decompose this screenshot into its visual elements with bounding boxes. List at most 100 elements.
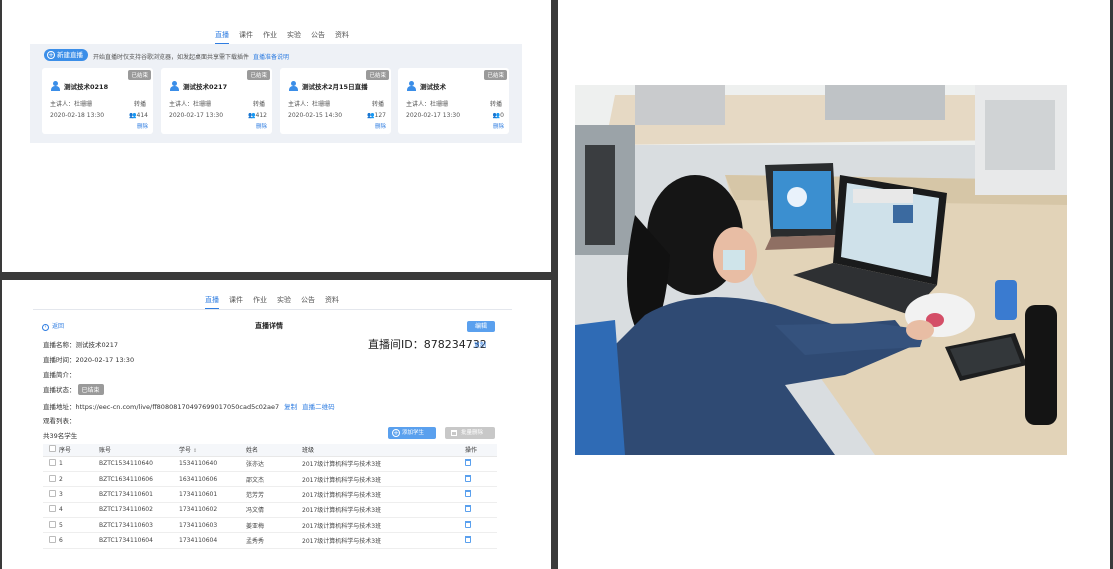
copy-room-id-link[interactable]: 复制: [474, 340, 486, 349]
frame-border-left: [0, 0, 2, 569]
trash-icon: [451, 430, 457, 436]
card-lecturer: 主讲人：杜珊珊: [288, 101, 331, 108]
cell-account: BZTC1534110640: [99, 456, 179, 472]
tab-material[interactable]: 资料: [325, 295, 339, 309]
new-live-button[interactable]: + 新建直播: [44, 49, 88, 61]
row-checkbox[interactable]: [49, 505, 56, 513]
row-checkbox[interactable]: [49, 489, 56, 497]
trash-icon[interactable]: [465, 489, 471, 497]
row-checkbox[interactable]: [49, 520, 56, 528]
trash-icon[interactable]: [465, 536, 471, 544]
vertical-divider: [551, 0, 558, 569]
trash-icon[interactable]: [465, 459, 471, 467]
student-total: 共39名学生: [43, 432, 78, 440]
add-student-button[interactable]: + 添加学生: [388, 427, 436, 439]
tab-experiment[interactable]: 实验: [287, 30, 301, 44]
tab-live[interactable]: 直播: [215, 30, 229, 44]
qrcode-link[interactable]: 直播二维码: [302, 403, 335, 411]
table-row: 1 BZTC1534110640 1534110640 张亦达 2017级计算机…: [43, 456, 497, 472]
copy-url-link[interactable]: 复制: [284, 403, 297, 411]
row-checkbox[interactable]: [49, 474, 56, 482]
card-title: 测试技术0218: [64, 83, 109, 91]
plus-icon: +: [392, 429, 400, 437]
batch-delete-label: 批量删除: [461, 430, 484, 436]
cell-student-id: 1734110604: [179, 532, 246, 549]
cell-student-id: 1634110606: [179, 471, 246, 488]
viewer-count: 👥0: [493, 112, 504, 119]
cell-no: 2: [59, 471, 99, 488]
live-url: 直播地址：https://eec-cn.com/live/ff808081704…: [43, 401, 335, 411]
table-row: 5 BZTC1734110603 1734110603 姜亚梅 2017级计算机…: [43, 517, 497, 534]
cell-student-id: 1734110603: [179, 517, 246, 534]
trash-icon[interactable]: [465, 505, 471, 513]
status-badge: 已结束: [247, 70, 270, 80]
live-card[interactable]: 已结束 测试技术2月15日直播 主讲人：杜珊珊 转播 2020-02-15 14…: [280, 68, 391, 134]
lecturer-icon: [289, 81, 299, 91]
delete-link[interactable]: 删除: [137, 122, 148, 130]
people-icon: 👥: [367, 112, 375, 119]
cell-class: 2017级计算机科学与技术3班: [302, 471, 465, 488]
row-checkbox[interactable]: [49, 536, 56, 544]
tab-experiment[interactable]: 实验: [277, 295, 291, 309]
cell-no: 4: [59, 502, 99, 519]
row-checkbox[interactable]: [49, 459, 56, 467]
trash-icon[interactable]: [465, 520, 471, 528]
tab-live[interactable]: 直播: [205, 295, 219, 309]
col-student-id[interactable]: 学号 ⇕: [179, 444, 246, 457]
cell-class: 2017级计算机科学与技术3班: [302, 486, 465, 503]
live-card[interactable]: 已结束 测试技术0218 主讲人：杜珊珊 转播 2020-02-18 13:30…: [42, 68, 153, 134]
back-label: 返回: [52, 323, 65, 330]
cell-name: 邵文杰: [246, 471, 302, 488]
viewer-count: 👥412: [248, 112, 267, 119]
delete-link[interactable]: 删除: [256, 122, 267, 130]
live-card[interactable]: 已结束 测试技术 主讲人：杜珊珊 转播 2020-02-17 13:30 👥0 …: [398, 68, 509, 134]
viewer-list-label: 观看列表：: [43, 417, 76, 425]
card-date: 2020-02-17 13:30: [406, 112, 461, 119]
tab-material[interactable]: 资料: [335, 30, 349, 44]
classroom-photo: [575, 85, 1067, 455]
col-name: 姓名: [246, 444, 302, 457]
card-lecturer: 主讲人：杜珊珊: [406, 101, 449, 108]
page-title: 直播详情: [255, 322, 283, 330]
card-mode: 转播: [371, 101, 384, 108]
col-action: 操作: [465, 444, 497, 457]
cell-name: 张亦达: [246, 456, 302, 472]
card-date: 2020-02-15 14:30: [288, 112, 343, 119]
delete-link[interactable]: 删除: [493, 122, 504, 130]
cell-class: 2017级计算机科学与技术3班: [302, 502, 465, 519]
edit-button[interactable]: 编辑: [467, 321, 495, 332]
tab-notice[interactable]: 公告: [311, 30, 325, 44]
tab-courseware[interactable]: 课件: [239, 30, 253, 44]
delete-link[interactable]: 删除: [375, 122, 386, 130]
col-student-id-label: 学号: [179, 447, 192, 455]
card-mode: 转播: [489, 101, 502, 108]
prep-guide-link[interactable]: 直播准备说明: [253, 54, 289, 61]
cell-class: 2017级计算机科学与技术3班: [302, 456, 465, 472]
trash-icon[interactable]: [465, 474, 471, 482]
student-table: 序号 账号 学号 ⇕ 姓名 班级 操作 1 BZTC1534110640 153…: [43, 444, 497, 549]
live-status: 直播状态： 已结束: [43, 384, 104, 395]
select-all-checkbox[interactable]: [49, 445, 56, 453]
lecturer-icon: [170, 81, 180, 91]
live-detail-panel: 直播 课件 作业 实验 公告 资料 ‹ 返回 直播详情 编辑 直播名称：测试技术0…: [33, 290, 512, 554]
status-label: 直播状态：: [43, 386, 76, 394]
room-id: 直播间ID：878234732: [368, 338, 487, 351]
card-title: 测试技术2月15日直播: [302, 83, 368, 91]
tab-notice[interactable]: 公告: [301, 295, 315, 309]
cell-student-id: 1734110602: [179, 502, 246, 519]
cell-no: 3: [59, 486, 99, 503]
batch-delete-button[interactable]: 批量删除: [445, 427, 495, 439]
cell-no: 6: [59, 532, 99, 549]
table-row: 6 BZTC1734110604 1734110604 孟秀秀 2017级计算机…: [43, 532, 497, 549]
live-card[interactable]: 已结束 测试技术0217 主讲人：杜珊珊 转播 2020-02-17 13:30…: [161, 68, 272, 134]
table-row: 3 BZTC1734110601 1734110601 范芳芳 2017级计算机…: [43, 486, 497, 503]
back-button[interactable]: ‹ 返回: [42, 321, 64, 331]
cell-account: BZTC1734110602: [99, 502, 179, 519]
card-title: 测试技术: [420, 83, 446, 91]
tab-courseware[interactable]: 课件: [229, 295, 243, 309]
people-icon: 👥: [248, 112, 256, 119]
tab-homework[interactable]: 作业: [263, 30, 277, 44]
tab-homework[interactable]: 作业: [253, 295, 267, 309]
horizontal-divider: [0, 272, 551, 280]
cell-student-id: 1734110601: [179, 486, 246, 503]
